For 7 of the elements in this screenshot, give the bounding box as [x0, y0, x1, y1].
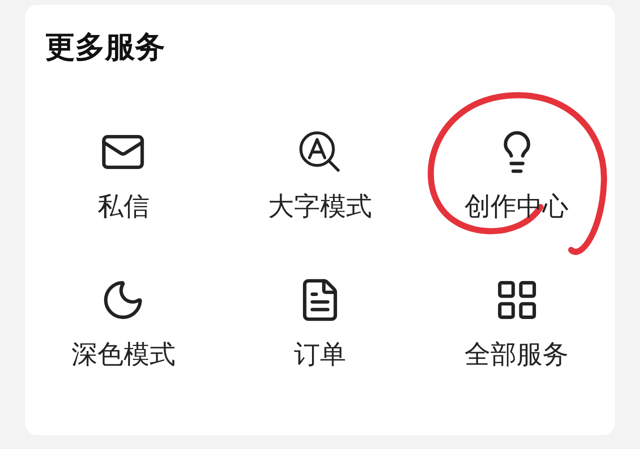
service-label[interactable]: 私信	[97, 193, 150, 219]
service-label[interactable]: 深色模式	[71, 341, 176, 367]
section-title: 更多服务	[45, 31, 165, 64]
service-label[interactable]: 订单	[294, 341, 346, 367]
service-label[interactable]: 全部服务	[464, 341, 569, 367]
service-label[interactable]: 大字模式	[268, 193, 372, 219]
service-label[interactable]: 创作中心	[464, 193, 569, 219]
